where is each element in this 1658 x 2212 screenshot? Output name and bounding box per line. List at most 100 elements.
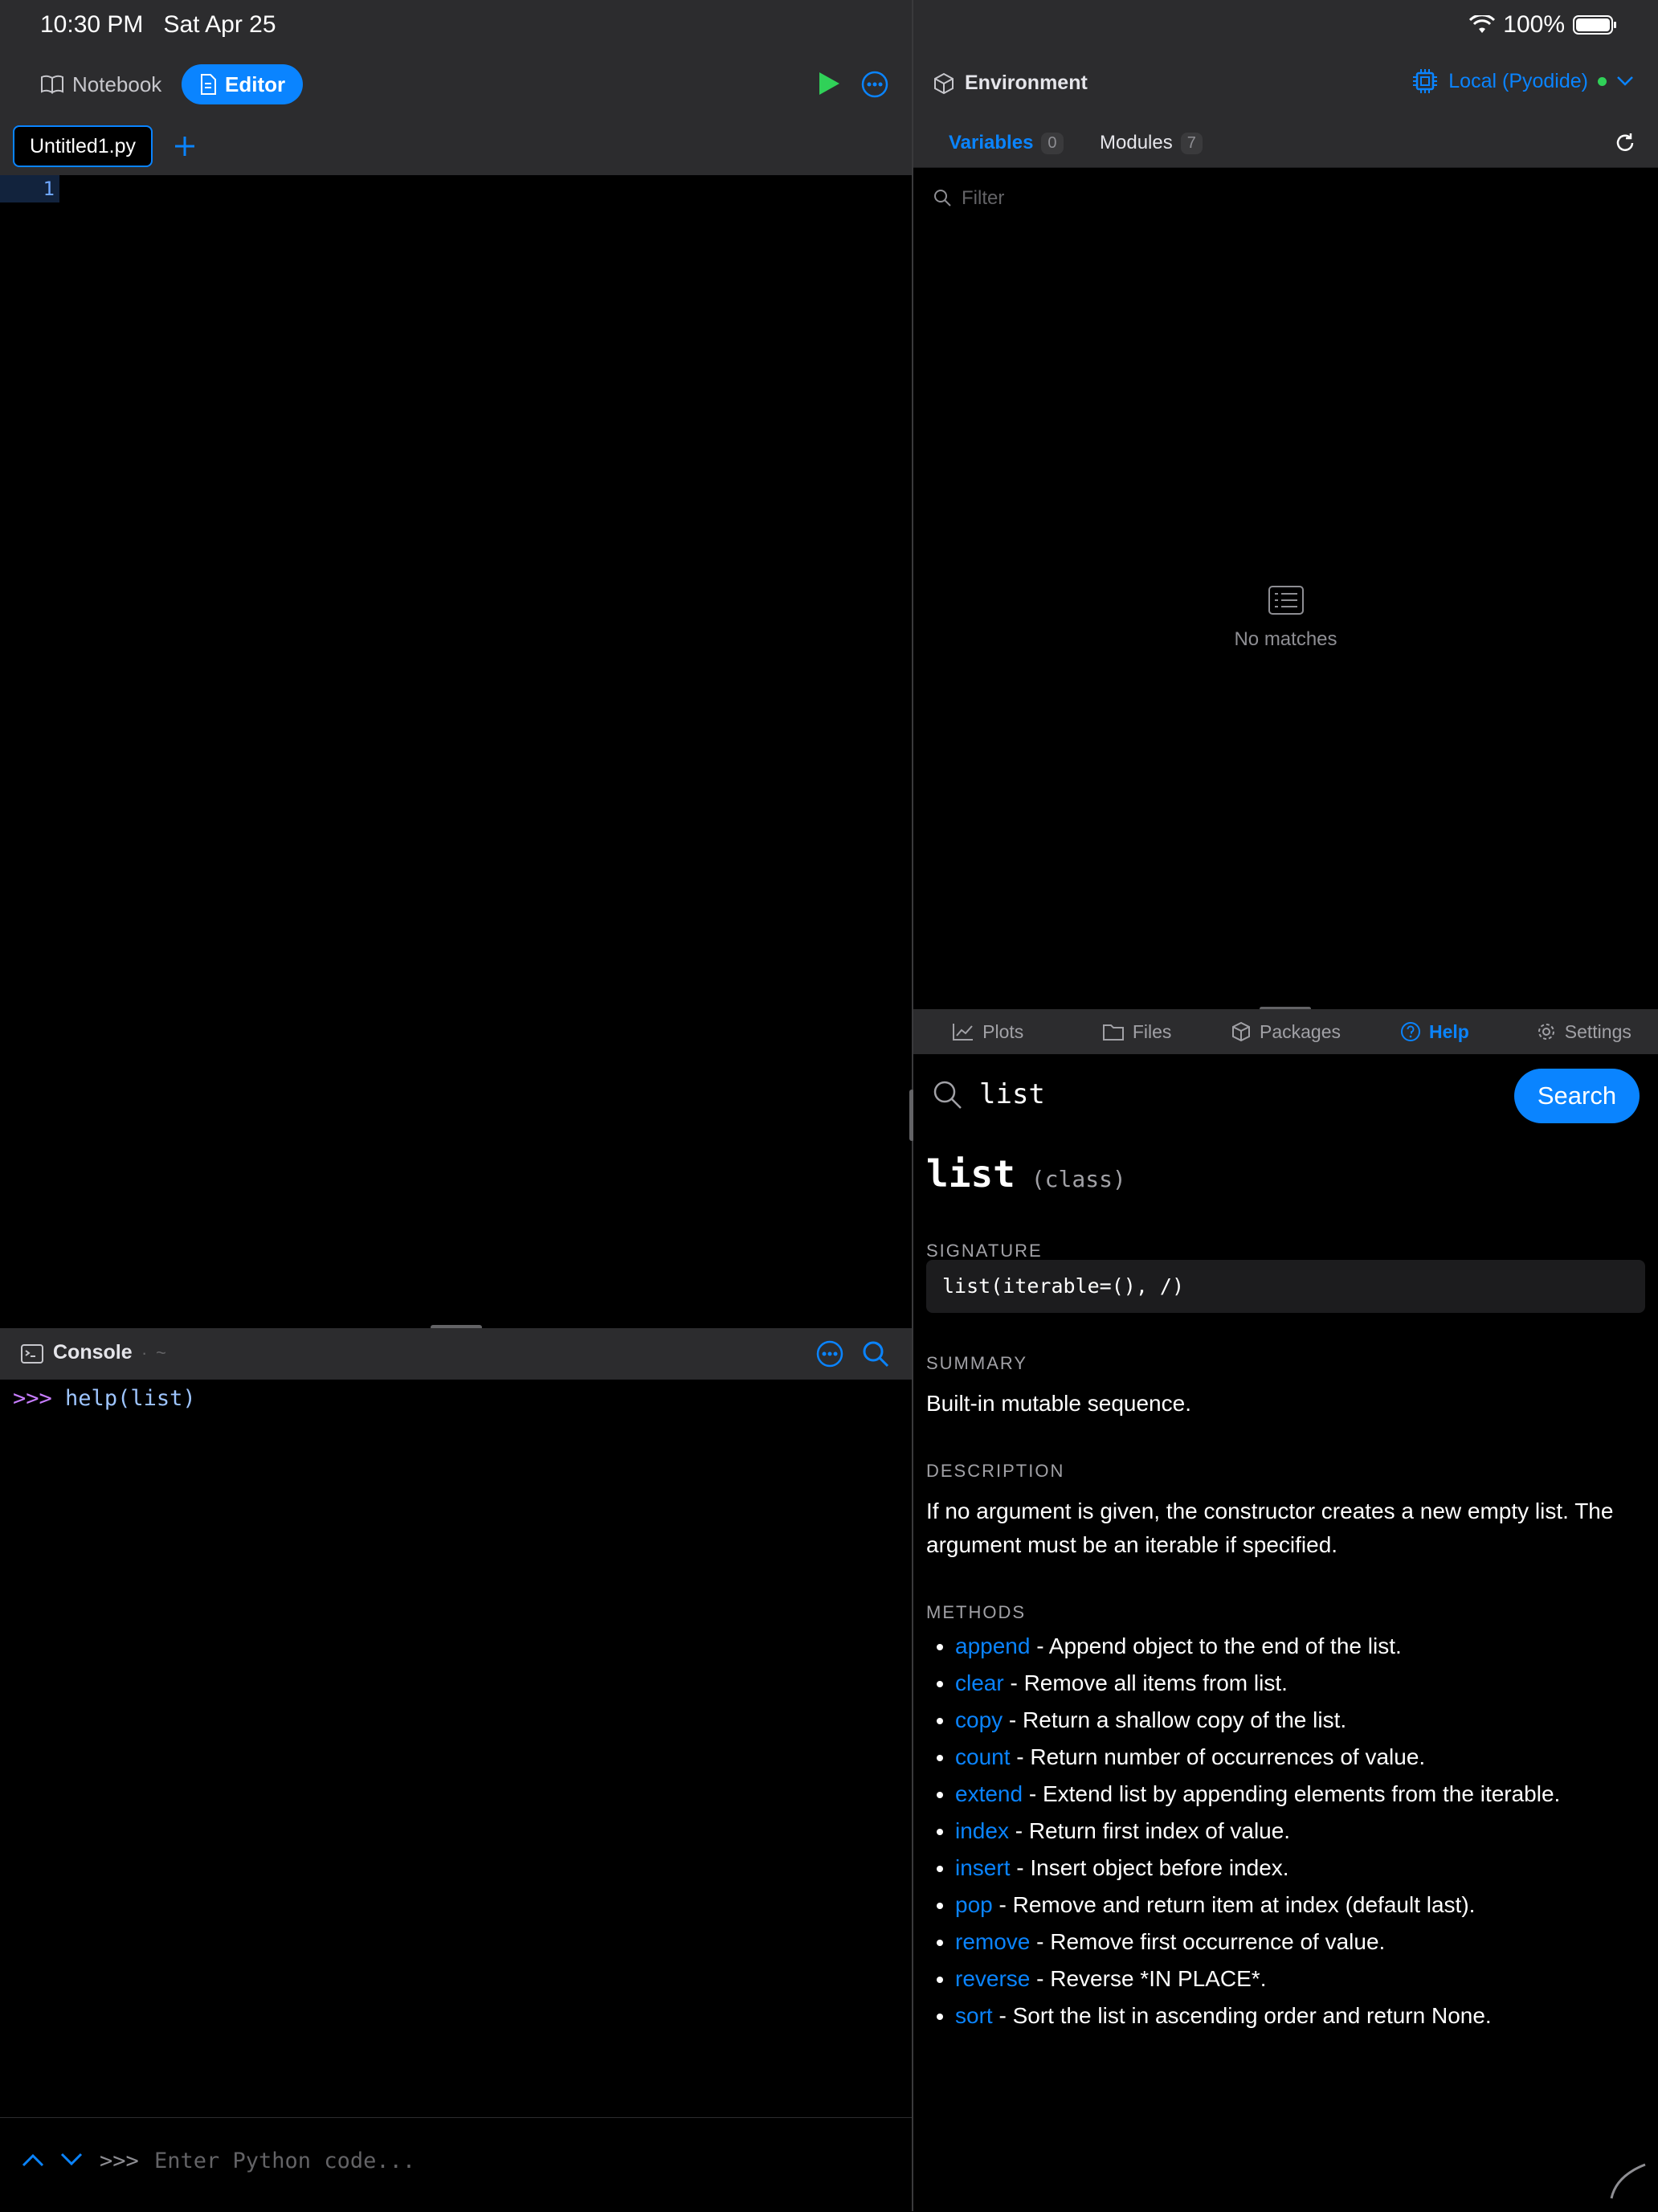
method-description: - Remove all items from list.: [1003, 1670, 1288, 1695]
runtime-selector[interactable]: Local (Pyodide): [1411, 67, 1634, 95]
runtime-status-dot: [1598, 76, 1607, 86]
file-tab[interactable]: Untitled1.py: [13, 125, 153, 167]
wifi-icon: [1469, 15, 1496, 33]
method-link[interactable]: index: [955, 1818, 1009, 1843]
summary-text: Built-in mutable sequence.: [926, 1391, 1191, 1416]
console-title: Console: [53, 1341, 133, 1364]
question-icon: [1401, 1022, 1420, 1041]
tab-variables-label: Variables: [949, 132, 1034, 153]
method-link[interactable]: count: [955, 1744, 1011, 1769]
method-item: pop - Remove and return item at index (d…: [955, 1887, 1658, 1924]
refresh-icon[interactable]: [1614, 132, 1636, 154]
chart-icon: [953, 1024, 974, 1041]
help-kind: (class): [1031, 1166, 1126, 1192]
method-description: - Append object to the end of the list.: [1030, 1633, 1402, 1658]
tab-modules-label: Modules: [1100, 132, 1173, 153]
tab-settings-label: Settings: [1564, 1020, 1631, 1042]
method-link[interactable]: copy: [955, 1707, 1003, 1732]
signature-heading: SIGNATURE: [926, 1241, 1043, 1261]
console-prompt: >>>: [13, 1386, 52, 1411]
variables-count-badge: 0: [1041, 132, 1064, 154]
list-icon: [1268, 586, 1304, 615]
filter-bar: Filter: [913, 167, 1658, 228]
tab-help-label: Help: [1429, 1020, 1469, 1042]
notebook-mode-button[interactable]: Notebook: [22, 64, 179, 104]
modules-count-badge: 7: [1180, 132, 1203, 154]
method-item: index - Return first index of value.: [955, 1813, 1658, 1850]
environment-header: Environment Local (Pyodide) Variables 0 …: [913, 51, 1658, 167]
tab-settings[interactable]: Settings: [1509, 1009, 1658, 1054]
empty-state-text: No matches: [1234, 628, 1337, 650]
method-link[interactable]: extend: [955, 1781, 1023, 1806]
filter-search-icon: [934, 190, 951, 206]
chip-icon: [1413, 69, 1438, 93]
status-bar: 10:30 PM Sat Apr 25 100%: [0, 0, 1658, 51]
add-tab-icon[interactable]: [174, 135, 196, 157]
method-item: clear - Remove all items from list.: [955, 1665, 1658, 1702]
summary-heading: SUMMARY: [926, 1353, 1028, 1373]
console-separator: ·: [141, 1343, 148, 1363]
date-text: Sat Apr 25: [163, 11, 276, 38]
run-icon[interactable]: [817, 71, 841, 96]
method-link[interactable]: append: [955, 1633, 1030, 1658]
tab-files[interactable]: Files: [1062, 1009, 1211, 1054]
tab-variables[interactable]: Variables 0: [949, 132, 1064, 154]
help-search-button[interactable]: Search: [1514, 1069, 1640, 1123]
method-item: reverse - Reverse *IN PLACE*.: [955, 1961, 1658, 1997]
filter-input[interactable]: Filter: [962, 187, 1636, 210]
help-search-input[interactable]: list: [979, 1078, 1590, 1110]
editor-mode-button[interactable]: Editor: [182, 64, 304, 104]
history-up-icon[interactable]: [21, 2152, 45, 2168]
methods-list: append - Append object to the end of the…: [926, 1628, 1658, 2034]
line-number: 1: [0, 175, 59, 202]
history-down-icon[interactable]: [59, 2152, 84, 2168]
method-item: count - Return number of occurrences of …: [955, 1739, 1658, 1776]
method-description: - Remove and return item at index (defau…: [992, 1892, 1476, 1917]
notebook-label: Notebook: [72, 72, 162, 96]
time-text: 10:30 PM: [40, 11, 144, 38]
editor-label: Editor: [225, 72, 286, 96]
console-line: >>> help(list): [13, 1386, 196, 1411]
console-search-icon[interactable]: [862, 1340, 889, 1368]
tab-plots[interactable]: Plots: [913, 1009, 1062, 1054]
console-command: help(list): [65, 1386, 196, 1411]
status-time: 10:30 PM Sat Apr 25: [40, 11, 276, 39]
folder-icon: [1102, 1024, 1124, 1041]
method-link[interactable]: pop: [955, 1892, 993, 1917]
method-description: - Reverse *IN PLACE*.: [1030, 1966, 1267, 1991]
signature-box: list(iterable=(), /): [926, 1260, 1645, 1313]
method-item: copy - Return a shallow copy of the list…: [955, 1702, 1658, 1739]
more-options-icon[interactable]: [861, 71, 888, 98]
method-link[interactable]: reverse: [955, 1966, 1030, 1991]
code-editor[interactable]: [0, 175, 912, 1328]
method-item: append - Append object to the end of the…: [955, 1628, 1658, 1665]
method-link[interactable]: sort: [955, 2003, 993, 2028]
console-output: >>> help(list): [0, 1380, 912, 2117]
tab-help[interactable]: Help: [1360, 1009, 1509, 1054]
book-icon: [41, 75, 63, 94]
tab-packages-label: Packages: [1260, 1020, 1342, 1042]
method-item: extend - Extend list by appending elemen…: [955, 1776, 1658, 1813]
method-description: - Extend list by appending elements from…: [1023, 1781, 1561, 1806]
help-search-icon: [933, 1081, 962, 1109]
method-description: - Sort the list in ascending order and r…: [992, 2003, 1492, 2028]
method-link[interactable]: clear: [955, 1670, 1004, 1695]
input-prompt: >>>: [100, 2149, 139, 2173]
chevron-down-icon: [1617, 76, 1633, 86]
console-input-bar: >>> Enter Python code...: [0, 2117, 912, 2212]
method-link[interactable]: insert: [955, 1855, 1010, 1880]
description-heading: DESCRIPTION: [926, 1461, 1065, 1481]
method-description: - Return a shallow copy of the list.: [1003, 1707, 1347, 1732]
package-icon: [1232, 1021, 1250, 1042]
tab-packages[interactable]: Packages: [1211, 1009, 1360, 1054]
method-link[interactable]: remove: [955, 1929, 1030, 1954]
methods-heading: METHODS: [926, 1602, 1026, 1622]
console-header: Console · ~: [0, 1328, 912, 1380]
terminal-icon: [21, 1344, 43, 1364]
gear-icon: [1538, 1024, 1554, 1040]
console-more-icon[interactable]: [816, 1340, 843, 1368]
tab-modules[interactable]: Modules 7: [1100, 132, 1203, 154]
status-right: 100%: [1469, 11, 1618, 39]
console-input-field[interactable]: Enter Python code...: [154, 2149, 877, 2173]
help-name: list: [926, 1152, 1015, 1196]
